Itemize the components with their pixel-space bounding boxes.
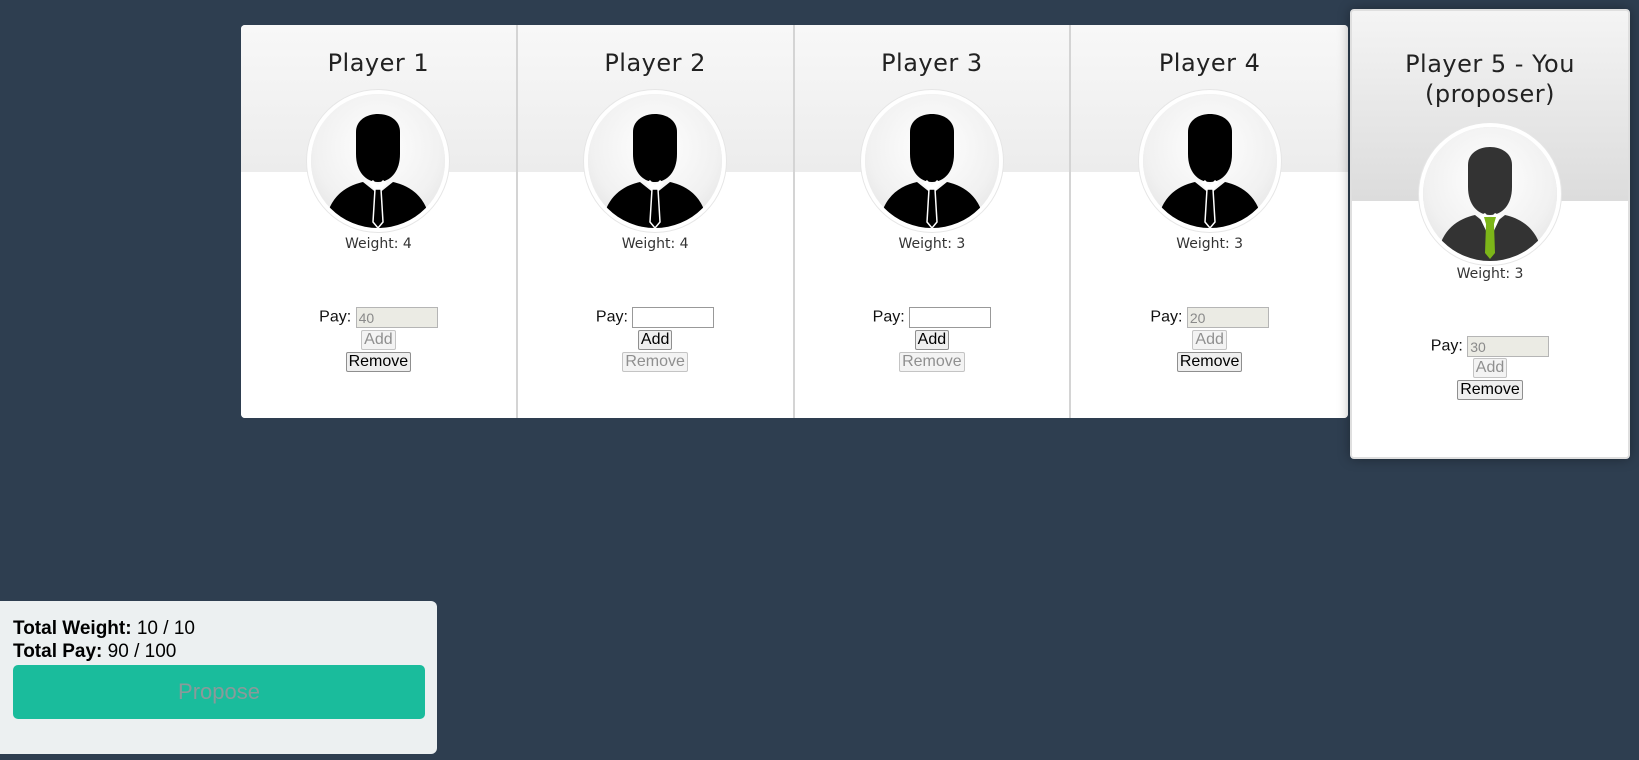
businessman-avatar-icon — [311, 94, 446, 228]
pay-input[interactable] — [632, 307, 715, 328]
remove-button[interactable]: Remove — [1457, 380, 1523, 400]
add-button[interactable]: Add — [361, 330, 396, 350]
remove-button[interactable]: Remove — [345, 352, 412, 372]
player-title-line2: (proposer) — [1424, 80, 1556, 108]
total-pay-value: 90 / 100 — [107, 641, 177, 662]
pay-buttons: Add Remove — [518, 330, 793, 372]
total-weight-label: Total Weight: — [13, 618, 132, 639]
pay-buttons: Add Remove — [241, 330, 516, 372]
weight-label: Weight: 3 — [1176, 236, 1244, 252]
pay-label: Pay: — [595, 308, 628, 326]
pay-row: Pay: — [518, 307, 793, 328]
weight-label: Weight: 3 — [1456, 266, 1524, 282]
pay-row: Pay: — [795, 307, 1070, 328]
player-card-you: Player 5 - You (proposer) Weight: 3 Pay:… — [1350, 9, 1630, 459]
pay-label: Pay: — [1430, 337, 1463, 355]
add-button[interactable]: Add — [637, 330, 673, 350]
add-button[interactable]: Add — [1192, 330, 1227, 350]
player-card-4: Player 4 Weight: 3 Pay: Add Remove — [1071, 25, 1348, 418]
player-title-line1: Player 5 - You — [1405, 50, 1575, 78]
total-pay-line: Total Pay: 90 / 100 — [13, 641, 176, 663]
weight-label: Weight: 4 — [344, 236, 412, 252]
player-title: Player 5 - You (proposer) — [1352, 49, 1628, 109]
pay-label: Pay: — [1150, 308, 1183, 326]
pay-buttons: Add Remove — [1352, 358, 1628, 400]
pay-row: Pay: — [241, 307, 516, 328]
player-title: Player 3 — [881, 49, 983, 77]
game-stage: Player 1 Weight: 4 Pay: Add Remove Playe… — [0, 0, 1639, 760]
total-weight-line: Total Weight: 10 / 10 — [13, 618, 195, 640]
businessman-avatar-icon — [588, 94, 723, 228]
pay-row: Pay: — [1071, 307, 1348, 328]
pay-label: Pay: — [872, 308, 905, 326]
businessman-avatar-icon — [1142, 94, 1277, 228]
total-pay-label: Total Pay: — [13, 641, 103, 662]
weight-label: Weight: 3 — [898, 236, 966, 252]
add-button[interactable]: Add — [1472, 358, 1508, 378]
pay-input[interactable] — [355, 307, 438, 328]
player-card-1: Player 1 Weight: 4 Pay: Add Remove — [241, 25, 518, 418]
pay-input[interactable] — [909, 307, 992, 328]
player-card-3: Player 3 Weight: 3 Pay: Add Remove — [794, 25, 1072, 418]
summary-panel: Total Weight: 10 / 10 Total Pay: 90 / 10… — [0, 601, 437, 754]
pay-input[interactable] — [1467, 336, 1550, 357]
weight-label: Weight: 4 — [621, 236, 689, 252]
pay-row: Pay: — [1352, 336, 1628, 357]
pay-buttons: Add Remove — [1071, 330, 1348, 372]
total-weight-value: 10 / 10 — [136, 618, 195, 639]
player-cards-row: Player 1 Weight: 4 Pay: Add Remove Playe… — [241, 25, 1348, 418]
player-title: Player 4 — [1158, 49, 1261, 77]
player-title: Player 1 — [327, 49, 430, 77]
remove-button[interactable]: Remove — [1176, 352, 1243, 372]
pay-input[interactable] — [1186, 307, 1269, 328]
add-button[interactable]: Add — [914, 330, 950, 350]
businessman-avatar-icon — [864, 94, 999, 228]
businessman-green-tie-avatar-icon — [1423, 127, 1557, 261]
remove-button[interactable]: Remove — [622, 352, 688, 372]
propose-button[interactable]: Propose — [13, 665, 425, 719]
remove-button[interactable]: Remove — [899, 352, 965, 372]
pay-label: Pay: — [319, 308, 352, 326]
player-title: Player 2 — [604, 49, 706, 77]
pay-buttons: Add Remove — [795, 330, 1070, 372]
player-card-2: Player 2 Weight: 4 Pay: Add Remove — [517, 25, 795, 418]
